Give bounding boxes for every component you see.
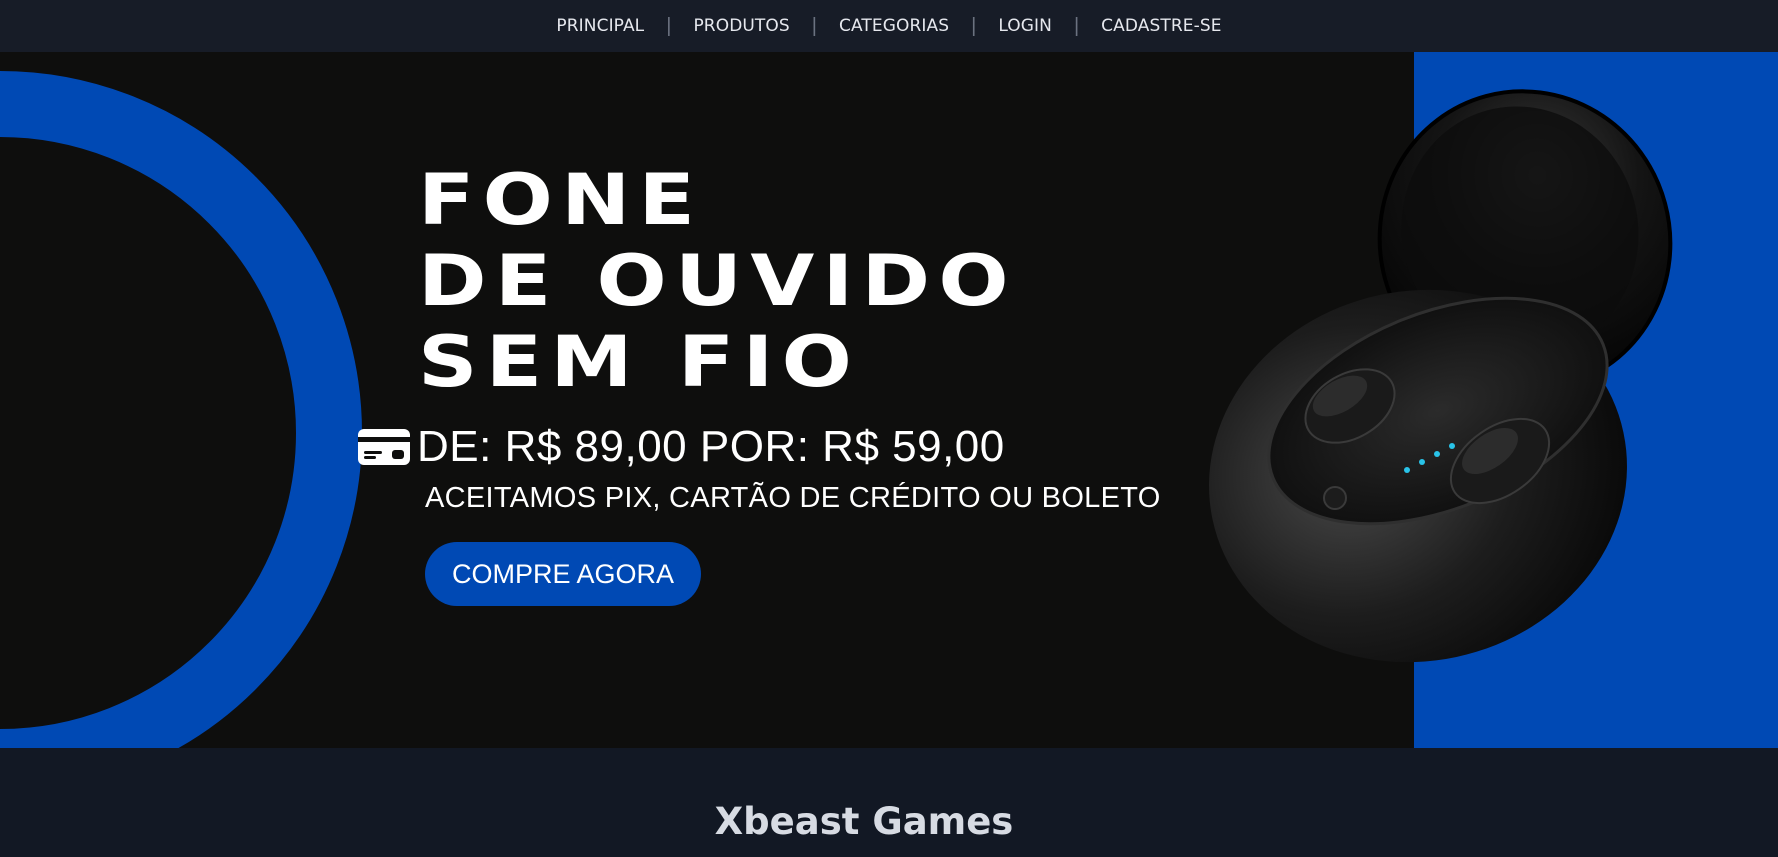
top-navigation: PRINCIPAL | PRODUTOS | CATEGORIAS | LOGI…	[0, 0, 1778, 52]
nav-link-login[interactable]: LOGIN	[976, 16, 1074, 36]
hero-title-line: DE OUVIDO	[418, 240, 1017, 322]
section-title: Xbeast Games	[714, 800, 1014, 843]
earbuds-case-image	[1209, 89, 1673, 663]
hero-banner: FONE DE OUVIDO SEM FIO DE: R$ 89,00 POR:…	[0, 52, 1778, 748]
decorative-ring	[0, 71, 362, 748]
nav-link-cadastre-se[interactable]: CADASTRE-SE	[1079, 16, 1243, 36]
hero-title-line: FONE	[418, 159, 704, 241]
payment-methods-text: ACEITAMOS PIX, CARTÃO DE CRÉDITO OU BOLE…	[425, 482, 1161, 514]
price-label: DE: R$ 89,00 POR: R$ 59,00	[417, 422, 1005, 471]
buy-now-button[interactable]: COMPRE AGORA	[425, 542, 701, 606]
hero-title-line: SEM FIO	[418, 321, 861, 403]
price-row: DE: R$ 89,00 POR: R$ 59,00	[357, 422, 1005, 472]
nav-link-produtos[interactable]: PRODUTOS	[671, 16, 811, 36]
hero-title: FONE DE OUVIDO SEM FIO	[418, 160, 1017, 403]
nav-link-principal[interactable]: PRINCIPAL	[534, 16, 666, 36]
nav-link-categorias[interactable]: CATEGORIAS	[817, 16, 971, 36]
credit-card-icon	[358, 429, 410, 465]
